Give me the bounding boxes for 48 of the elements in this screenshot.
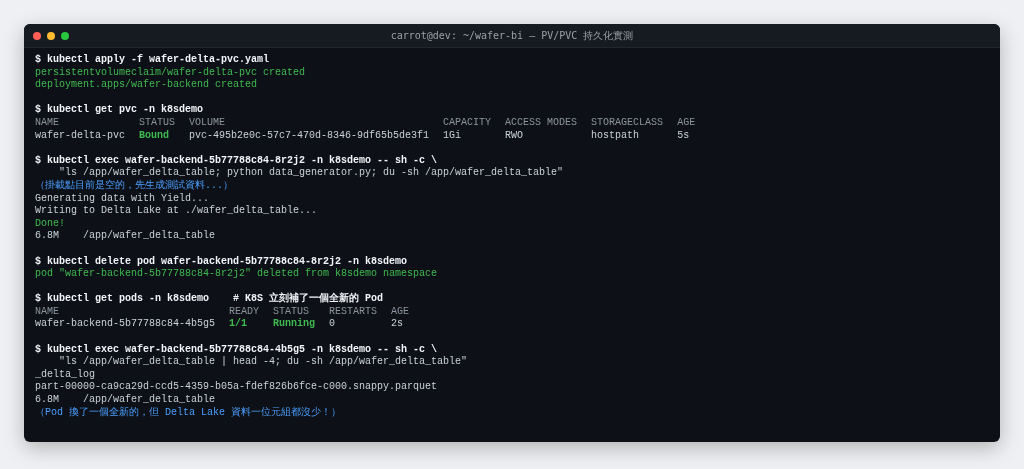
column-header: STATUS (139, 116, 176, 130)
success-output: Done! (35, 217, 65, 231)
command-line: $ kubectl exec wafer-backend-5b77788c84-8r2j2 -n k8sdemo -- sh -c \ (35, 154, 438, 167)
column-header: AGE (391, 305, 410, 319)
command-line: $ kubectl apply -f wafer-delta-pvc.yaml (35, 54, 270, 67)
column-header: STATUS (273, 305, 311, 318)
note-text: （掛載點目前是空的，先生成測試資料...） (35, 179, 233, 193)
command-continuation: "ls /app/wafer_delta_table; python data_generator.py; du -sh /app/wafer_delta_table" (58, 167, 564, 179)
output-text: Generating data with Yield... (35, 192, 210, 205)
output-text: part-00000-ca9ca29d-ccd5-4359-b05a-fdef826b6fce-c000.snappy.parquet (35, 381, 438, 394)
output-text: 6.8M /app/wafer_delta_table (35, 230, 216, 243)
success-output: deployment.apps/wafer-backend created (35, 79, 258, 92)
column-header: RESTARTS (329, 305, 378, 319)
window-title: carrot@dev: ~/wafer-bi — PV/PVC 持久化實測 (390, 28, 634, 43)
table-cell: wafer-delta-pvc (35, 129, 125, 143)
command-line: $ kubectl get pods -n k8sdemo # K8S 立刻補了一個全新的 Pod (35, 293, 384, 306)
command-line: $ kubectl get pvc -n k8sdemo (35, 104, 204, 117)
column-header: STORAGECLASS (591, 116, 664, 130)
command-continuation: "ls /app/wafer_delta_table | head -4; du -sh /app/wafer_delta_table" (58, 356, 468, 369)
table-cell-text: RWO (505, 129, 525, 143)
note-text: （Pod 換了一個全新的，但 Delta Lake 資料一位元組都沒少！） (35, 406, 341, 420)
table-cell-text: 2s (391, 318, 405, 332)
minimize-icon[interactable] (47, 31, 55, 40)
table-cell: wafer-backend-5b77788c84-4b5g5 (35, 318, 216, 332)
table-cell-text: 1/1 (229, 318, 249, 332)
success-output: persistentvolumeclaim/wafer-delta-pvc created (35, 66, 306, 79)
table-cell-text: 0 (329, 318, 337, 332)
output-text: 6.8M /app/wafer_delta_table (35, 394, 216, 406)
output-text: Writing to Delta Lake at ./wafer_delta_table... (35, 205, 318, 218)
table-cell-text: 5s (677, 129, 691, 143)
table-cell-text: 1Gi (443, 129, 463, 143)
output-text: _delta_log (35, 368, 95, 381)
command-line: $ kubectl exec wafer-backend-5b77788c84-4b5g5 -n k8sdemo -- sh -c \ (35, 343, 438, 356)
table-cell: Running (273, 318, 316, 332)
command-line: $ kubectl delete pod wafer-backend-5b77788c84-8r2j2 -n k8sdemo (35, 255, 408, 268)
success-output: pod "wafer-backend-5b77788c84-8r2j2" deleted from k8sdemo namespace (35, 268, 438, 281)
close-icon[interactable] (33, 31, 41, 40)
column-header: CAPACITY (443, 116, 492, 130)
table-cell-text: hostpath (591, 129, 641, 143)
column-header: ACCESS MODES (505, 116, 578, 130)
table-cell-text: Bound (139, 129, 171, 143)
column-header: NAME (35, 305, 60, 318)
maximize-icon[interactable] (61, 31, 69, 40)
column-header: VOLUME (189, 116, 227, 130)
table-cell: pvc-495b2e0c-57c7-470d-8346-9df65b5de3f1 (189, 129, 430, 143)
column-header: READY (229, 305, 260, 318)
column-header: NAME (35, 116, 60, 130)
column-header: AGE (677, 116, 696, 130)
